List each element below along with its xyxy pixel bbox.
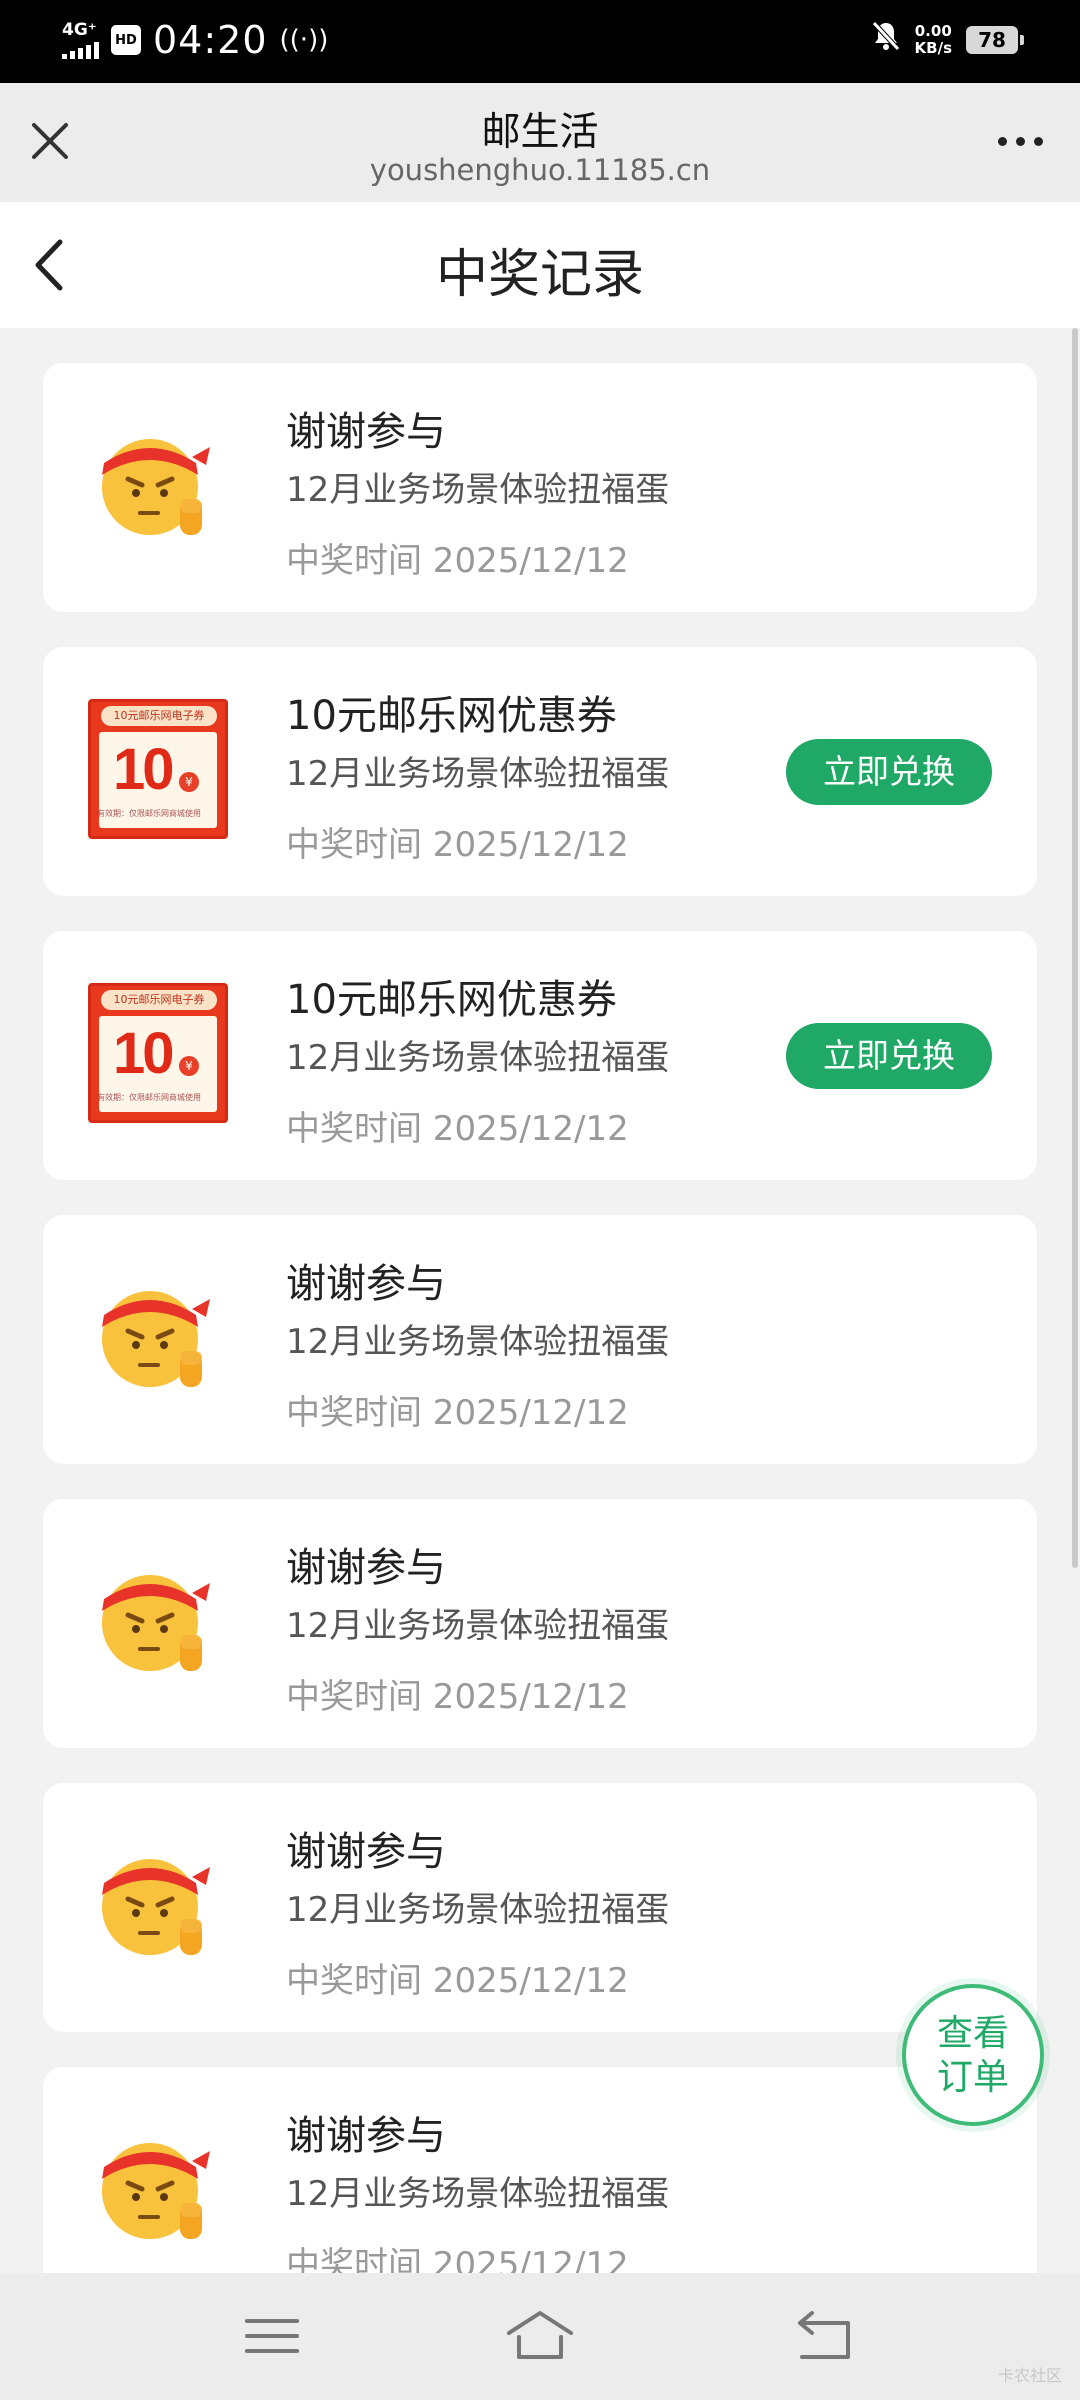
page-title: 中奖记录 (435, 245, 644, 305)
record-time: 中奖时间 2025/12/12 (286, 1109, 629, 1149)
record-title: 谢谢参与 (286, 1261, 446, 1307)
record-card[interactable]: 10元邮乐网电子券 10 ¥ 有效期：仅限邮乐网商城使用 10元邮乐网优惠券 1… (43, 647, 1037, 896)
thanks-emoji-icon (88, 1265, 230, 1407)
status-bar: 4G⁺ HD 04:20 ((·)) 0.00 KB/s 78 (0, 0, 1080, 83)
back-icon[interactable] (790, 2303, 860, 2369)
record-subtitle: 12月业务场景体验扭福蛋 (286, 470, 670, 510)
scrollbar[interactable] (1072, 328, 1078, 1568)
record-card[interactable]: 谢谢参与 12月业务场景体验扭福蛋 中奖时间 2025/12/12 (43, 363, 1037, 612)
cellular-signal-icon: 4G⁺ (62, 21, 99, 59)
record-title: 10元邮乐网优惠券 (286, 693, 617, 739)
coupon-image: 10元邮乐网电子券 10 ¥ 有效期：仅限邮乐网商城使用 (88, 983, 228, 1123)
record-time: 中奖时间 2025/12/12 (286, 1961, 629, 2001)
record-card[interactable]: 谢谢参与 12月业务场景体验扭福蛋 中奖时间 2025/12/12 (43, 1499, 1037, 1748)
record-card[interactable]: 10元邮乐网电子券 10 ¥ 有效期：仅限邮乐网商城使用 10元邮乐网优惠券 1… (43, 931, 1037, 1180)
nfc-icon: ((·)) (279, 25, 329, 55)
view-orders-button[interactable]: 查看 订单 (902, 1984, 1044, 2126)
record-title: 10元邮乐网优惠券 (286, 977, 617, 1023)
record-subtitle: 12月业务场景体验扭福蛋 (286, 754, 670, 794)
clock: 04:20 (153, 18, 268, 62)
record-time: 中奖时间 2025/12/12 (286, 541, 629, 581)
redeem-button[interactable]: 立即兑换 (786, 1023, 992, 1089)
prize-record-list[interactable]: 谢谢参与 12月业务场景体验扭福蛋 中奖时间 2025/12/12 10元邮乐网… (43, 363, 1037, 2273)
record-card[interactable]: 谢谢参与 12月业务场景体验扭福蛋 中奖时间 2025/12/12 (43, 2067, 1037, 2273)
thanks-emoji-icon (88, 413, 230, 555)
redeem-button[interactable]: 立即兑换 (786, 739, 992, 805)
record-time: 中奖时间 2025/12/12 (286, 1393, 629, 1433)
thanks-emoji-icon (88, 1833, 230, 1975)
hd-icon: HD (111, 25, 141, 55)
site-title: 邮生活 (481, 110, 599, 155)
watermark: 卡农社区 (997, 2366, 1062, 2385)
network-speed: 0.00 KB/s (914, 22, 952, 57)
thanks-emoji-icon (88, 1549, 230, 1691)
record-card[interactable]: 谢谢参与 12月业务场景体验扭福蛋 中奖时间 2025/12/12 (43, 1783, 1037, 2032)
record-title: 谢谢参与 (286, 2113, 446, 2159)
menu-icon[interactable] (237, 2303, 307, 2369)
record-time: 中奖时间 2025/12/12 (286, 2245, 629, 2273)
record-title: 谢谢参与 (286, 409, 446, 455)
record-subtitle: 12月业务场景体验扭福蛋 (286, 1038, 670, 1078)
battery-icon: 78 (966, 26, 1024, 54)
site-url: youshenghuo.11185.cn (369, 153, 711, 187)
record-subtitle: 12月业务场景体验扭福蛋 (286, 1322, 670, 1362)
record-subtitle: 12月业务场景体验扭福蛋 (286, 1890, 670, 1930)
record-card[interactable]: 谢谢参与 12月业务场景体验扭福蛋 中奖时间 2025/12/12 (43, 1215, 1037, 1464)
mute-bell-icon (871, 20, 901, 60)
record-title: 谢谢参与 (286, 1545, 446, 1591)
page-header: 中奖记录 (0, 202, 1080, 328)
thanks-emoji-icon (88, 2117, 230, 2259)
more-icon[interactable] (990, 123, 1050, 159)
home-icon[interactable] (505, 2303, 575, 2369)
browser-bar: 邮生活 youshenghuo.11185.cn (0, 83, 1080, 202)
navigation-bar: 卡农社区 (0, 2273, 1080, 2400)
record-title: 谢谢参与 (286, 1829, 446, 1875)
coupon-image: 10元邮乐网电子券 10 ¥ 有效期：仅限邮乐网商城使用 (88, 699, 228, 839)
record-time: 中奖时间 2025/12/12 (286, 825, 629, 865)
record-time: 中奖时间 2025/12/12 (286, 1677, 629, 1717)
record-subtitle: 12月业务场景体验扭福蛋 (286, 1606, 670, 1646)
record-subtitle: 12月业务场景体验扭福蛋 (286, 2174, 670, 2214)
